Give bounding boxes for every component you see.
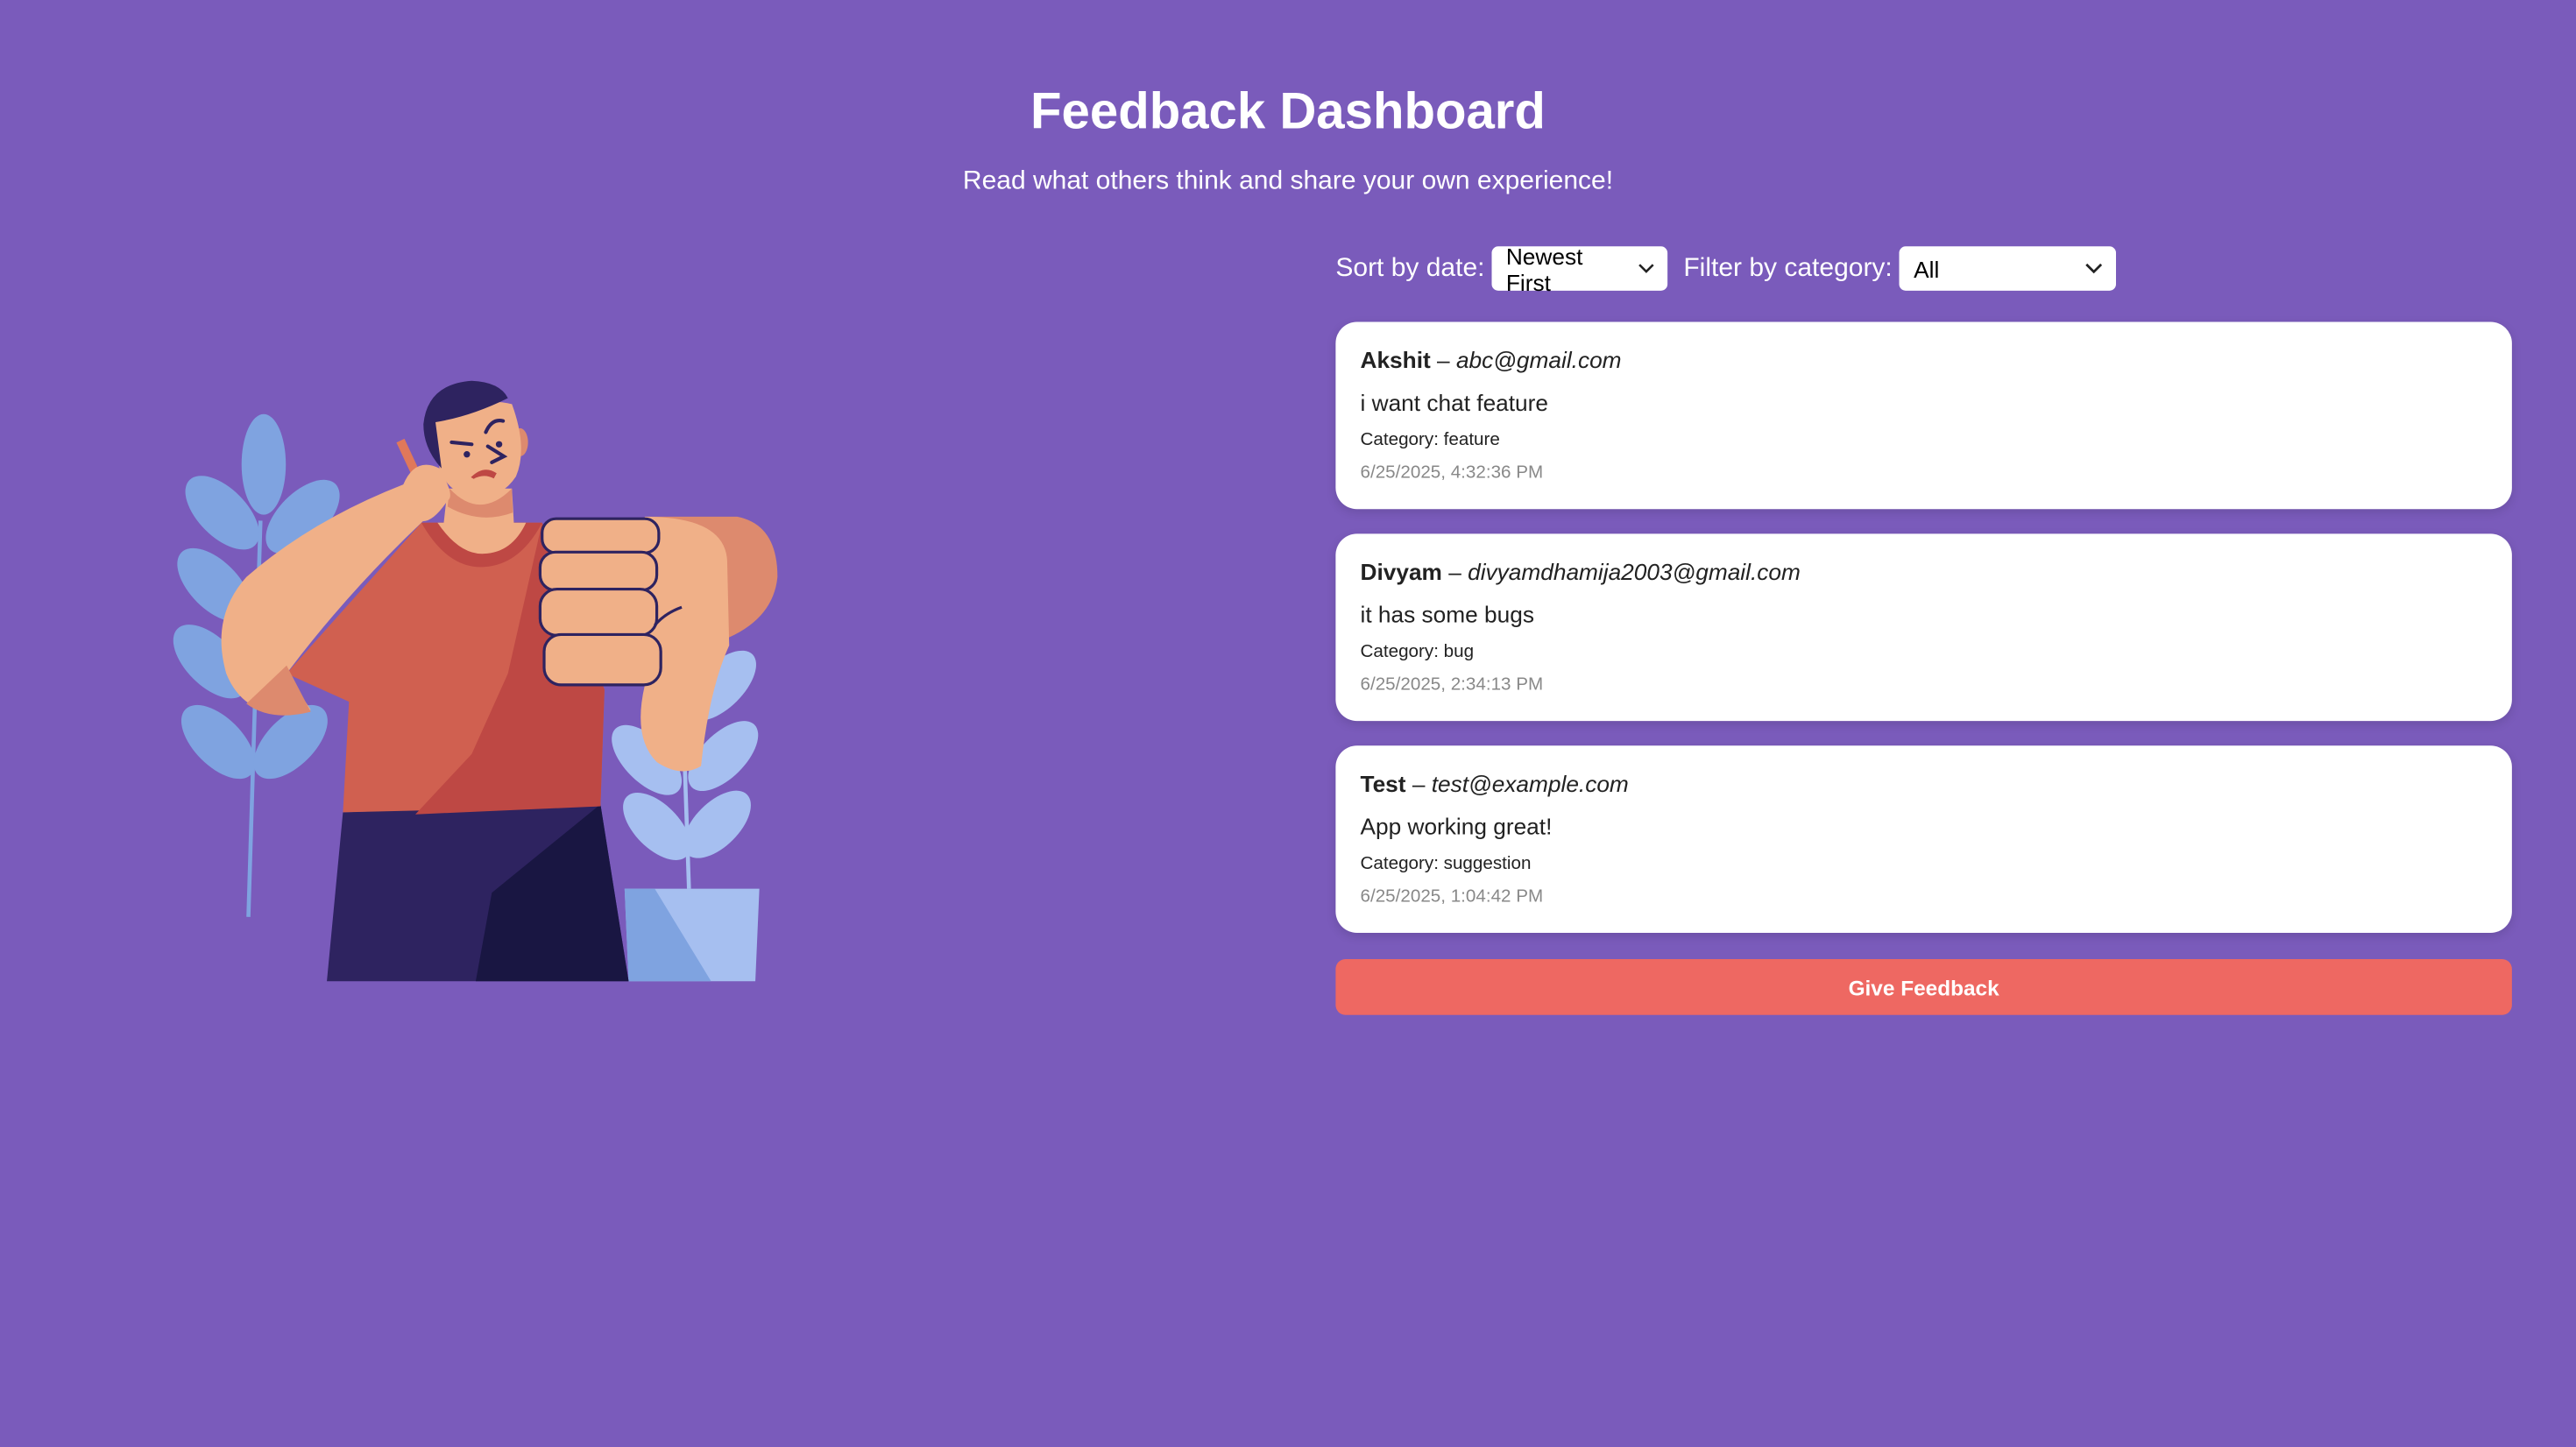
sort-label: Sort by date: — [1335, 253, 1485, 282]
feedback-date: 6/25/2025, 2:34:13 PM — [1360, 674, 1544, 695]
feedback-author: Divyam — [1360, 558, 1442, 585]
person-thumbs-down-illustration — [173, 380, 778, 982]
category-select-value: All — [1914, 255, 1940, 282]
feedback-header: Divyam – divyamdhamija2003@gmail.com — [1361, 559, 2488, 589]
feedback-card: Test – test@example.com App working grea… — [1335, 745, 2512, 933]
filter-label: Filter by category: — [1683, 253, 1893, 282]
feedback-card: Divyam – divyamdhamija2003@gmail.com it … — [1335, 533, 2512, 722]
feedback-header: Test – test@example.com — [1361, 770, 2488, 800]
feedback-message: i want chat feature — [1360, 389, 1549, 416]
chevron-down-icon — [1638, 264, 1653, 273]
page-title: Feedback Dashboard — [1030, 81, 1546, 140]
feedback-header: Akshit – abc@gmail.com — [1361, 347, 2488, 377]
feedback-date: 6/25/2025, 1:04:42 PM — [1360, 886, 1544, 907]
feedback-card: Akshit – abc@gmail.com i want chat featu… — [1335, 321, 2512, 510]
feedback-date: 6/25/2025, 4:32:36 PM — [1360, 462, 1544, 484]
separator: – — [1405, 770, 1432, 797]
page-subtitle: Read what others think and share your ow… — [962, 167, 1614, 196]
feedback-panel: Sort by date: Newest First Filter by cat… — [1335, 243, 2512, 1015]
page: Feedback Dashboard Read what others thin… — [0, 0, 2576, 1447]
separator: – — [1430, 346, 1456, 373]
feedback-message: it has some bugs — [1360, 601, 1534, 628]
feedback-author: Akshit — [1360, 346, 1431, 373]
sort-select[interactable]: Newest First — [1490, 243, 1667, 295]
feedback-email: divyamdhamija2003@gmail.com — [1468, 558, 1801, 585]
category-select[interactable]: All — [1899, 246, 2116, 291]
feedback-category: Category: bug — [1360, 642, 1475, 662]
feedback-category: Category: suggestion — [1360, 854, 1532, 874]
give-feedback-button[interactable]: Give Feedback — [1335, 959, 2512, 1015]
feedback-email: abc@gmail.com — [1455, 346, 1622, 373]
chevron-down-icon — [2085, 263, 2102, 274]
separator: – — [1441, 558, 1468, 585]
feedback-author: Test — [1360, 770, 1406, 797]
feedback-email: test@example.com — [1431, 770, 1629, 797]
feedback-message: App working great! — [1360, 813, 1553, 840]
controls-bar: Sort by date: Newest First Filter by cat… — [1335, 243, 2512, 295]
sort-select-value: Newest First — [1505, 242, 1583, 295]
feedback-category: Category: feature — [1360, 430, 1500, 450]
